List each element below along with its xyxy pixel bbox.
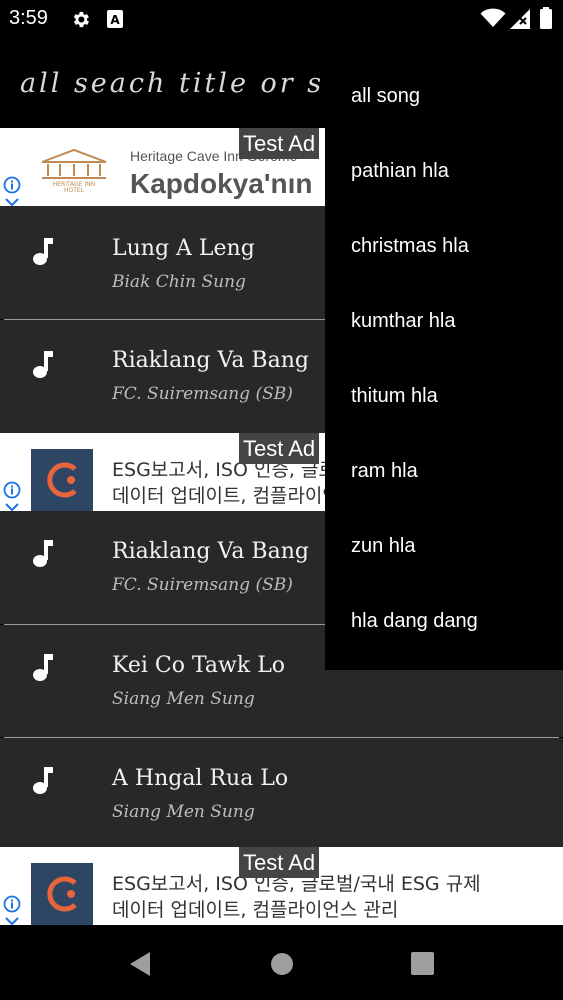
chevron-down-icon[interactable] [4, 917, 20, 925]
music-note-icon [33, 767, 53, 794]
recents-icon[interactable] [411, 952, 434, 975]
song-artist: Siang Men Sung [112, 689, 255, 709]
status-bar: 3:59 A [0, 0, 563, 38]
signal-icon [510, 9, 530, 29]
chevron-down-icon[interactable] [4, 503, 20, 511]
test-ad-label: Test Ad [239, 847, 320, 878]
hotel-logo: HERITAGE INN HOTEL [41, 148, 107, 192]
song-row[interactable]: A Hngal Rua Lo Siang Men Sung [0, 738, 563, 848]
ad-text-line: 데이터 업데이트, 컴플라이언스 관리 [112, 899, 399, 921]
song-artist: FC. Suiremsang (SB) [112, 575, 293, 595]
settings-icon [73, 11, 89, 28]
song-title: Riaklang Va Bang [112, 348, 309, 373]
a-icon: A [107, 10, 123, 28]
menu-item-kumthar-hla[interactable]: kumthar hla [351, 310, 456, 333]
info-icon[interactable] [3, 481, 21, 499]
song-artist: Siang Men Sung [112, 802, 255, 822]
ad-banner[interactable]: ESG보고서, ISO 인증, 글로벌/국내 ESG 규제 데이터 업데이트, … [0, 847, 563, 925]
info-icon[interactable] [3, 176, 21, 194]
song-artist: Biak Chin Sung [112, 272, 246, 292]
test-ad-label: Test Ad [239, 433, 320, 464]
chevron-down-icon[interactable] [4, 198, 20, 206]
wifi-icon [480, 8, 506, 27]
music-note-icon [33, 654, 53, 681]
song-title: Lung A Leng [112, 236, 255, 261]
song-title: A Hngal Rua Lo [112, 766, 289, 791]
c-logo [31, 863, 93, 925]
home-icon[interactable] [270, 952, 294, 976]
battery-icon [540, 7, 552, 29]
menu-item-all-song[interactable]: all song [351, 85, 420, 108]
song-title: Riaklang Va Bang [112, 539, 309, 564]
ad-headline: Kapdokya'nın [130, 168, 313, 199]
status-time: 3:59 [9, 7, 48, 29]
menu-item-ram-hla[interactable]: ram hla [351, 460, 418, 483]
menu-item-thitum-hla[interactable]: thitum hla [351, 385, 438, 408]
search-title[interactable]: all seach title or sir [20, 68, 352, 99]
song-artist: FC. Suiremsang (SB) [112, 384, 293, 404]
menu-item-zun-hla[interactable]: zun hla [351, 535, 416, 558]
svg-text:HOTEL: HOTEL [64, 187, 85, 192]
navigation-bar [0, 925, 563, 1000]
category-menu: all song pathian hla christmas hla kumth… [325, 58, 563, 670]
music-note-icon [33, 540, 53, 567]
info-icon[interactable] [3, 895, 21, 913]
back-icon[interactable] [128, 951, 152, 977]
menu-item-christmas-hla[interactable]: christmas hla [351, 235, 469, 258]
c-logo [31, 449, 93, 511]
music-note-icon [33, 351, 53, 378]
music-note-icon [33, 238, 53, 265]
menu-item-hla-dang-dang[interactable]: hla dang dang [351, 610, 478, 633]
test-ad-label: Test Ad [239, 128, 320, 159]
song-title: Kei Co Tawk Lo [112, 653, 286, 678]
menu-item-pathian-hla[interactable]: pathian hla [351, 160, 449, 183]
svg-text:A: A [110, 13, 120, 27]
